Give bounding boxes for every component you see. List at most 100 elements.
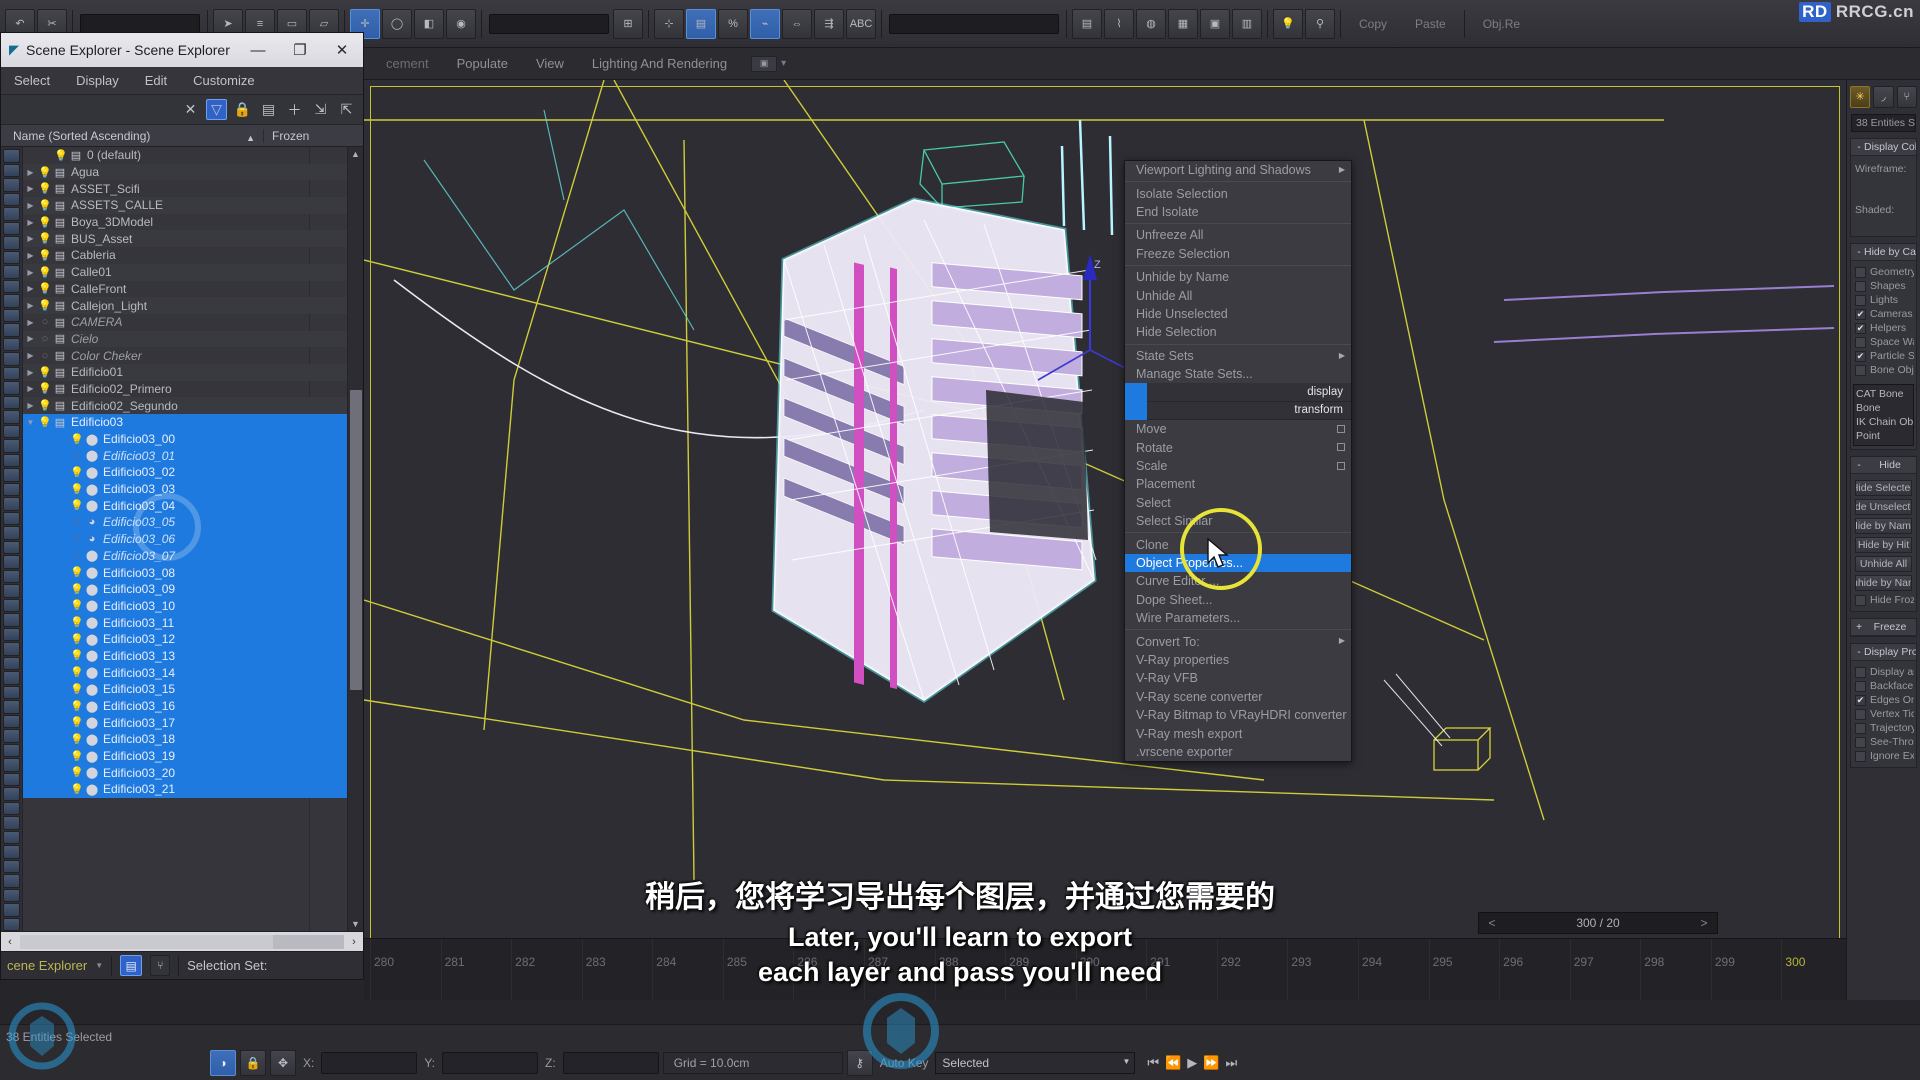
menu-item-populate[interactable]: Populate — [443, 56, 522, 71]
scene-explorer-strip-icon[interactable] — [3, 656, 20, 670]
z-input[interactable] — [562, 1052, 659, 1074]
scene-explorer-row[interactable]: ▶ 💡 ▤ BUS_Asset — [23, 230, 347, 248]
visibility-bulb-icon[interactable]: ○ — [38, 333, 52, 345]
time-field[interactable]: < 300 / 20 > — [1478, 912, 1718, 934]
minimize-button[interactable]: — — [237, 42, 279, 59]
selection-filter-dropdown[interactable]: Selected ▼ — [935, 1052, 1136, 1074]
context-menu-item[interactable]: Hide Unselected — [1125, 305, 1351, 323]
bone-object-list[interactable]: CAT BoneBoneIK Chain ObjectPoint — [1853, 384, 1914, 446]
rollout-expander[interactable]: + — [1854, 622, 1864, 633]
scene-explorer-strip-icon[interactable] — [3, 540, 20, 554]
hide-button[interactable]: Hide Unselected — [1855, 499, 1912, 515]
visibility-bulb-icon[interactable]: ○ — [38, 350, 52, 362]
scene-explorer-window[interactable]: ◤ Scene Explorer - Scene Explorer — ❐ ✕ … — [0, 32, 364, 980]
copy-button[interactable]: Copy — [1345, 17, 1401, 31]
y-input[interactable] — [442, 1052, 539, 1074]
mirror-icon[interactable]: ⇔ — [782, 8, 812, 39]
menu-item-lighting-and-rendering[interactable]: Lighting And Rendering — [578, 56, 741, 71]
modify-tab[interactable]: ◞ — [1873, 85, 1894, 108]
graph-editor-icon[interactable]: ⌇ — [1104, 8, 1134, 39]
visibility-bulb-icon[interactable]: 💡 — [38, 216, 52, 229]
scene-explorer-strip-icon[interactable] — [3, 453, 20, 467]
menu-display[interactable]: Display — [63, 73, 132, 88]
coordinate-display-icon[interactable]: ✥ — [270, 1050, 296, 1076]
scene-explorer-strip-icon[interactable] — [3, 279, 20, 293]
visibility-bulb-icon[interactable]: 💡 — [38, 166, 52, 179]
scene-explorer-row[interactable]: ▶ 💡 ▤ Edificio02_Segundo — [23, 397, 347, 414]
context-menu-item[interactable]: Placement — [1125, 475, 1351, 493]
select-and-place-icon[interactable]: ◉ — [446, 8, 476, 39]
scene-explorer-strip-icon[interactable] — [3, 888, 20, 902]
visibility-bulb-icon[interactable]: 💡 — [70, 433, 84, 446]
visibility-bulb-icon[interactable]: 💡 — [38, 366, 52, 379]
previous-frame-icon[interactable]: ⏪ — [1165, 1055, 1181, 1071]
checkbox-row[interactable]: Geometry — [1855, 266, 1914, 278]
visibility-bulb-icon[interactable]: 💡 — [70, 466, 84, 479]
scene-explorer-row[interactable]: 💡 ⬤ Edificio03_14 — [23, 664, 347, 681]
checkbox-icon[interactable] — [1855, 666, 1866, 678]
context-menu-item[interactable]: Move — [1125, 420, 1351, 438]
render-production-icon[interactable]: ▥ — [1232, 8, 1262, 39]
scene-explorer-strip-icon[interactable] — [3, 671, 20, 685]
scene-explorer-strip-icon[interactable] — [3, 410, 20, 424]
scene-explorer-strip-icon[interactable] — [3, 816, 20, 830]
render-setup-icon[interactable]: ▦ — [1168, 8, 1198, 39]
snaps-toggle-icon[interactable]: ⊹ — [654, 8, 684, 39]
list-item[interactable]: IK Chain Object — [1856, 415, 1913, 429]
visibility-bulb-icon[interactable]: 💡 — [70, 716, 84, 729]
light-list-icon[interactable]: ⚲ — [1305, 8, 1335, 39]
scene-explorer-strip-icon[interactable] — [3, 787, 20, 801]
list-item[interactable]: Point — [1856, 429, 1911, 443]
scene-explorer-strip-icon[interactable] — [3, 584, 20, 598]
percent-snap-icon[interactable]: % — [718, 8, 748, 39]
checkbox-row[interactable]: Trajectory — [1855, 722, 1914, 734]
scene-explorer-row[interactable]: 💡 ⬤ Edificio03_18 — [23, 731, 347, 748]
checkbox-row[interactable]: ✔ Helpers — [1855, 322, 1914, 334]
scene-explorer-strip-icon[interactable] — [3, 743, 20, 757]
expand-toggle-icon[interactable]: ▼ — [23, 418, 38, 427]
checkbox-row[interactable]: Display as Box — [1855, 666, 1914, 678]
scene-explorer-row[interactable]: ○ ⬤ Edificio03_01 — [23, 447, 347, 465]
scene-explorer-titlebar[interactable]: ◤ Scene Explorer - Scene Explorer — ❐ ✕ — [1, 33, 363, 67]
context-menu-item[interactable]: Wire Parameters... — [1125, 609, 1351, 627]
context-menu-item[interactable]: End Isolate — [1125, 203, 1351, 221]
scene-explorer-strip-icon[interactable] — [3, 366, 20, 380]
scene-explorer-strip-icon[interactable] — [3, 308, 20, 322]
rollout-header-hide[interactable]: - Hide — [1851, 457, 1916, 474]
scene-explorer-row[interactable]: 💡 ⬤ Edificio03_15 — [23, 681, 347, 698]
rollout-expander[interactable]: - — [1854, 647, 1864, 658]
checkbox-icon[interactable]: ✔ — [1855, 322, 1866, 334]
hscrollbar-thumb[interactable] — [20, 934, 273, 949]
scene-explorer-row[interactable]: ▶ 💡 ▤ Callejon_Light — [23, 297, 347, 314]
scene-explorer-strip-icon[interactable] — [3, 221, 20, 235]
rollout-header-hide-by-category[interactable]: - Hide by Category — [1851, 244, 1916, 261]
angle-snap-icon[interactable]: ▤ — [686, 8, 716, 39]
visibility-bulb-icon[interactable]: 💡 — [70, 616, 84, 629]
hscrollbar-track[interactable] — [20, 934, 344, 949]
next-frame-icon[interactable]: > — [1691, 916, 1717, 930]
scene-explorer-strip-icon[interactable] — [3, 192, 20, 206]
scene-explorer-strip-icon[interactable] — [3, 685, 20, 699]
checkbox-row[interactable]: See-Through — [1855, 736, 1914, 748]
rollout-header-display-color[interactable]: - Display Color — [1851, 139, 1916, 156]
expand-toggle-icon[interactable]: ▶ — [23, 201, 38, 210]
checkbox-icon[interactable] — [1855, 750, 1866, 762]
visibility-bulb-icon[interactable]: 💡 — [38, 182, 52, 195]
scene-explorer-strip-icon[interactable] — [3, 294, 20, 308]
visibility-bulb-icon[interactable]: ○ — [70, 450, 84, 462]
named-selection-icon[interactable]: ABC — [846, 8, 876, 39]
context-menu-item[interactable]: .vrscene exporter — [1125, 743, 1351, 761]
scene-explorer-strip-icon[interactable] — [3, 700, 20, 714]
scene-explorer-row[interactable]: ▶ 💡 ▤ CalleFront — [23, 281, 347, 298]
workspace-dropdown[interactable]: ▣ — [751, 55, 778, 72]
scene-explorer-strip-icon[interactable] — [3, 830, 20, 844]
context-menu-item[interactable]: Unhide All — [1125, 286, 1351, 304]
create-tab[interactable]: ✳ — [1850, 85, 1871, 108]
spinner-snap-icon[interactable]: ⌁ — [750, 8, 780, 39]
scene-explorer-row[interactable]: 💡 ⬤ Edificio03_00 — [23, 430, 347, 448]
scene-explorer-row[interactable]: ▶ 💡 ▤ Agua — [23, 163, 347, 181]
scene-explorer-strip-icon[interactable] — [3, 163, 20, 177]
scene-explorer-strip-icon[interactable] — [3, 613, 20, 627]
checkbox-icon[interactable] — [1855, 266, 1866, 278]
visibility-bulb-icon[interactable]: 💡 — [70, 750, 84, 763]
